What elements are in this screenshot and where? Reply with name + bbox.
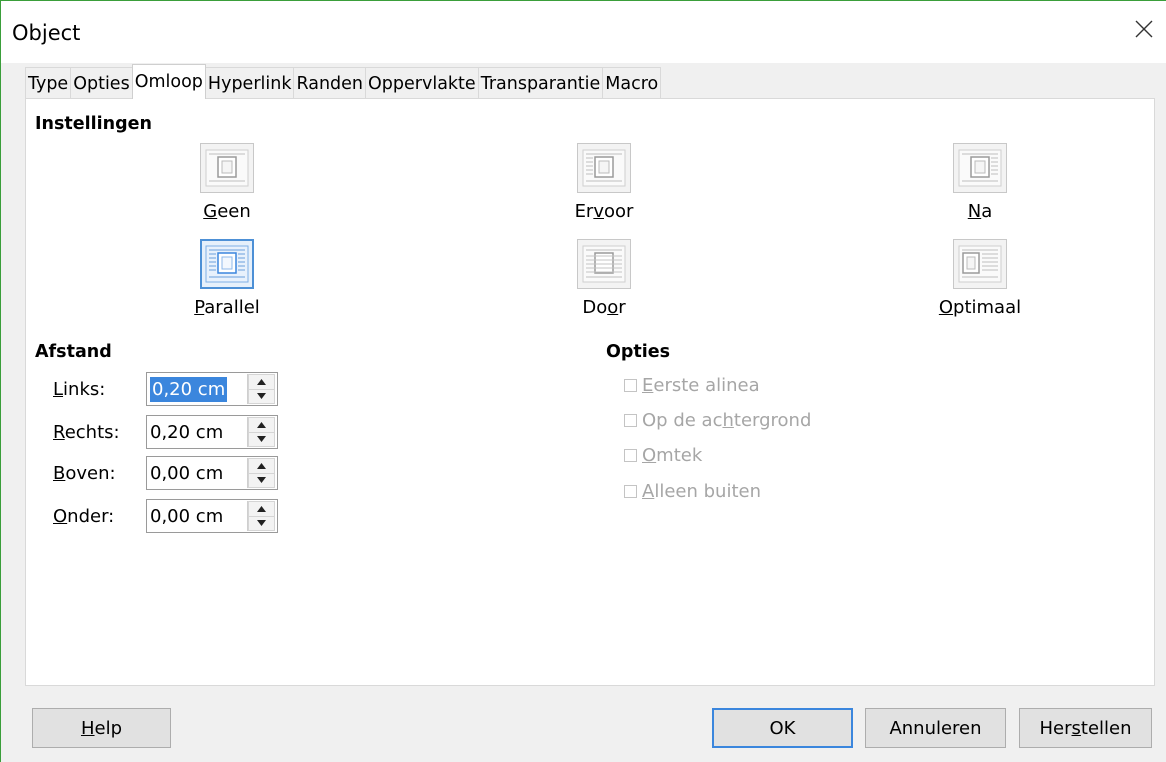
option-in-background-label: Op de achtergrond <box>642 409 812 431</box>
spacing-right-decrement[interactable] <box>248 432 275 447</box>
option-first-paragraph-label: Eerste alinea <box>642 374 760 396</box>
wrap-before-option[interactable]: Ervoor <box>534 143 674 222</box>
spacing-bottom-spinbox[interactable]: 0,00 cm <box>146 499 278 533</box>
spacing-left-increment[interactable] <box>248 374 275 390</box>
help-button[interactable]: Help <box>32 708 171 748</box>
spacing-left-stepper <box>247 374 275 404</box>
triangle-up-icon <box>257 462 266 469</box>
triangle-down-icon <box>257 477 266 484</box>
triangle-up-icon <box>257 505 266 512</box>
spacing-top-decrement[interactable] <box>248 473 275 488</box>
spacing-bottom-stepper <box>247 501 275 531</box>
triangle-up-icon <box>257 421 266 428</box>
dialog-title: Object <box>12 21 81 45</box>
tab-macro[interactable]: Macro <box>602 67 662 99</box>
checkbox-in-background[interactable] <box>624 413 637 427</box>
cancel-button[interactable]: Annuleren <box>865 708 1006 748</box>
tab-randen[interactable]: Randen <box>293 67 367 99</box>
wrap-after-option[interactable]: Na <box>910 143 1050 222</box>
wrap-before-icon <box>577 143 631 193</box>
wrap-through-label: Door <box>582 297 626 318</box>
triangle-down-icon <box>257 436 266 443</box>
spacing-heading: Afstand <box>35 342 112 362</box>
spacing-right-increment[interactable] <box>248 417 275 433</box>
spacing-bottom-label: Onder: <box>53 505 115 527</box>
spacing-left-row: Links: 0,20 cm <box>53 372 278 406</box>
option-first-paragraph[interactable]: Eerste alinea <box>624 372 760 398</box>
triangle-down-icon <box>257 393 266 400</box>
option-contour[interactable]: Omtek <box>624 442 702 468</box>
settings-heading: Instellingen <box>35 114 152 134</box>
wrap-parallel-option[interactable]: Parallel <box>157 239 297 318</box>
wrap-none-icon <box>200 143 254 193</box>
options-heading: Opties <box>606 342 671 362</box>
spacing-bottom-decrement[interactable] <box>248 516 275 531</box>
spacing-right-input[interactable]: 0,20 cm <box>147 416 247 448</box>
spacing-bottom-input[interactable]: 0,00 cm <box>147 500 247 532</box>
wrap-through-option[interactable]: Door <box>534 239 674 318</box>
checkbox-outside-only[interactable] <box>624 484 637 498</box>
triangle-up-icon <box>257 378 266 385</box>
spacing-top-increment[interactable] <box>248 458 275 474</box>
wrap-after-label: Na <box>967 201 993 222</box>
option-in-background[interactable]: Op de achtergrond <box>624 407 811 433</box>
spacing-top-input[interactable]: 0,00 cm <box>147 457 247 489</box>
object-dialog: Object Type Opties Omloop Hyperlink Rand… <box>0 0 1166 762</box>
spacing-top-row: Boven: 0,00 cm <box>53 456 278 490</box>
wrap-optimal-icon <box>953 239 1007 289</box>
tab-panel-omloop: Instellingen Geen Ervoor Na Parallel Doo… <box>25 98 1155 686</box>
wrap-none-option[interactable]: Geen <box>157 143 297 222</box>
tab-transparantie[interactable]: Transparantie <box>477 67 604 99</box>
close-icon <box>1135 20 1153 38</box>
option-outside-only-label: Alleen buiten <box>642 480 761 502</box>
tab-bar: Type Opties Omloop Hyperlink Randen Oppe… <box>25 64 662 99</box>
tab-oppervlakte[interactable]: Oppervlakte <box>365 67 479 99</box>
title-bar: Object <box>1 1 1166 63</box>
tab-type[interactable]: Type <box>25 67 72 99</box>
wrap-optimal-label: Optimaal <box>938 297 1022 318</box>
spacing-left-decrement[interactable] <box>248 389 275 404</box>
spacing-right-row: Rechts: 0,20 cm <box>53 415 278 449</box>
triangle-down-icon <box>257 520 266 527</box>
spacing-top-label: Boven: <box>53 462 116 484</box>
option-contour-label: Omtek <box>642 444 703 466</box>
spacing-bottom-row: Onder: 0,00 cm <box>53 499 278 533</box>
wrap-before-label: Ervoor <box>574 201 634 222</box>
spacing-top-stepper <box>247 458 275 488</box>
option-outside-only[interactable]: Alleen buiten <box>624 478 761 504</box>
spacing-left-label: Links: <box>53 378 106 400</box>
ok-button[interactable]: OK <box>712 708 853 748</box>
tab-hyperlink[interactable]: Hyperlink <box>204 67 295 99</box>
reset-button[interactable]: Her s tellen <box>1019 708 1152 748</box>
wrap-parallel-label: Parallel <box>194 297 260 318</box>
spacing-left-input[interactable]: 0,20 cm <box>147 373 247 405</box>
checkbox-contour[interactable] <box>624 448 637 462</box>
tab-omloop[interactable]: Omloop <box>131 64 206 99</box>
spacing-top-spinbox[interactable]: 0,00 cm <box>146 456 278 490</box>
spacing-left-spinbox[interactable]: 0,20 cm <box>146 372 278 406</box>
wrap-through-icon <box>577 239 631 289</box>
wrap-parallel-icon <box>200 239 254 289</box>
tab-opties[interactable]: Opties <box>70 67 133 99</box>
spacing-right-spinbox[interactable]: 0,20 cm <box>146 415 278 449</box>
checkbox-first-paragraph[interactable] <box>624 378 637 392</box>
wrap-after-icon <box>953 143 1007 193</box>
spacing-right-stepper <box>247 417 275 447</box>
wrap-optimal-option[interactable]: Optimaal <box>910 239 1050 318</box>
spacing-bottom-increment[interactable] <box>248 501 275 517</box>
wrap-none-label: Geen <box>203 201 251 222</box>
close-button[interactable] <box>1130 15 1158 43</box>
spacing-right-label: Rechts: <box>53 421 120 443</box>
